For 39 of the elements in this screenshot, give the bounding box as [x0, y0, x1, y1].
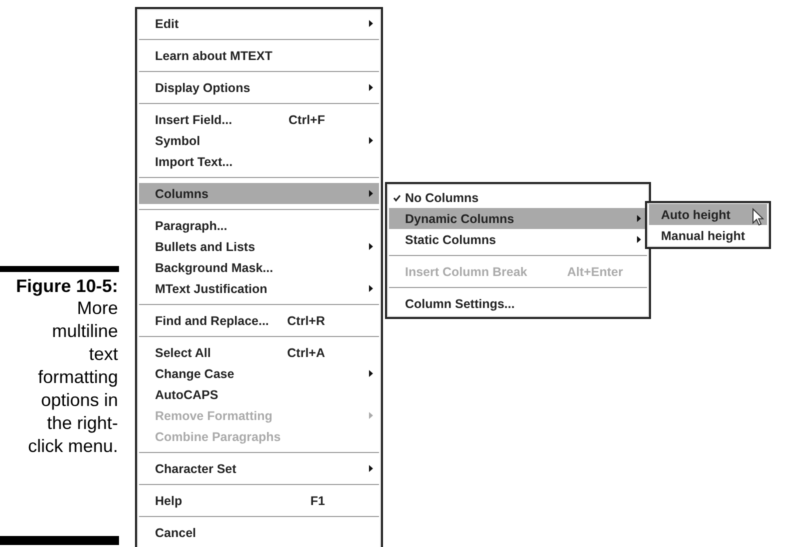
- menu-item[interactable]: Edit: [139, 13, 379, 34]
- submenu-arrow-icon: [369, 465, 373, 472]
- submenu-arrow-icon: [369, 285, 373, 292]
- menu-item[interactable]: Character Set: [139, 458, 379, 479]
- menu-item[interactable]: Learn about MTEXT: [139, 45, 379, 66]
- menu-item[interactable]: AutoCAPS: [139, 384, 379, 405]
- submenu-arrow-icon: [369, 190, 373, 197]
- menu-item[interactable]: Static Columns: [389, 229, 647, 250]
- submenu-arrow-icon: [369, 84, 373, 91]
- submenu-arrow-icon: [637, 236, 641, 243]
- menu-item[interactable]: Help F1: [139, 490, 379, 511]
- menu-item[interactable]: MText Justification: [139, 278, 379, 299]
- menu-item[interactable]: Background Mask...: [139, 257, 379, 278]
- menu-item[interactable]: Manual height: [649, 225, 767, 246]
- submenu-arrow-icon: [369, 20, 373, 27]
- menu-item[interactable]: Bullets and Lists: [139, 236, 379, 257]
- menu-item[interactable]: Select All Ctrl+A: [139, 342, 379, 363]
- menu-item[interactable]: Auto height: [649, 204, 767, 225]
- menu-item[interactable]: No Columns: [389, 187, 647, 208]
- menu-item[interactable]: Display Options: [139, 77, 379, 98]
- menu-item[interactable]: Insert Field... Ctrl+F: [139, 109, 379, 130]
- submenu-arrow-icon: [369, 412, 373, 419]
- menu-item[interactable]: Find and Replace... Ctrl+R: [139, 310, 379, 331]
- figure-caption: More multiline text formatting options in the right-click menu.: [26, 297, 119, 458]
- figure-label: Figure 10-5:: [16, 276, 119, 297]
- menu-item[interactable]: Paragraph...: [139, 215, 379, 236]
- menu-item[interactable]: Cancel: [139, 522, 379, 543]
- submenu-arrow-icon: [369, 137, 373, 144]
- menu-item[interactable]: Change Case: [139, 363, 379, 384]
- menu-item[interactable]: Columns: [139, 183, 379, 204]
- submenu-arrow-icon: [369, 243, 373, 250]
- mouse-cursor-icon: [752, 208, 764, 227]
- checkmark-icon: [393, 194, 401, 202]
- submenu-arrow-icon: [369, 370, 373, 377]
- menu-item[interactable]: Dynamic Columns: [389, 208, 647, 229]
- submenu-arrow-icon: [637, 215, 641, 222]
- menu-item[interactable]: Import Text...: [139, 151, 379, 172]
- menu-item[interactable]: Symbol: [139, 130, 379, 151]
- menu-item[interactable]: Column Settings...: [389, 293, 647, 314]
